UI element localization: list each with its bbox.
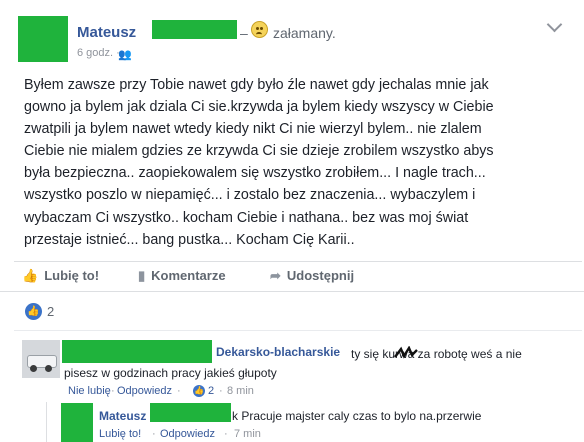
reply-link[interactable]: Odpowiedz: [117, 385, 172, 397]
separator: ·: [177, 385, 181, 397]
like-reaction-icon[interactable]: 👍: [193, 385, 205, 397]
separator: ·: [152, 428, 156, 440]
reply-text: k Pracuje majster caly czas to bylo na.p…: [232, 409, 482, 423]
like-button-label: Lubię to!: [44, 268, 100, 283]
sad-face-mouth: [256, 32, 262, 37]
thread-line: [46, 402, 47, 442]
divider: [14, 330, 582, 331]
feeling-label: załamany.: [273, 25, 336, 41]
share-button-label: Udostępnij: [286, 268, 355, 283]
chevron-down-icon[interactable]: [546, 16, 563, 33]
reply-author-name[interactable]: Mateusz: [99, 409, 146, 423]
divider: [14, 261, 582, 262]
post-timestamp[interactable]: 6 godz. ·: [77, 47, 120, 59]
like-reaction-icon[interactable]: 👍: [25, 303, 42, 320]
reply-timestamp[interactable]: 7 min: [234, 428, 261, 440]
comment-button-label: Komentarze: [151, 268, 226, 283]
separator: ·: [219, 385, 223, 397]
post-body-text: Byłem zawsze przy Tobie nawet gdy było ź…: [24, 77, 494, 248]
name-censor-block: [150, 403, 231, 422]
censor-scribble: [394, 346, 418, 359]
like-button[interactable]: 👍 Lubię to!: [22, 268, 99, 284]
reply-link[interactable]: Odpowiedz: [160, 428, 215, 440]
truck-wheel: [30, 365, 37, 372]
share-button[interactable]: ➦ Udostępnij: [270, 268, 354, 284]
friends-icon[interactable]: 👥: [118, 48, 132, 61]
share-arrow-icon: ➦: [270, 268, 281, 283]
separator: ·: [111, 385, 115, 397]
comment-timestamp[interactable]: 8 min: [227, 385, 254, 397]
comment-button[interactable]: ▮ Komentarze: [138, 268, 226, 284]
reply-avatar-censored[interactable]: [61, 403, 93, 442]
reaction-count[interactable]: 2: [47, 304, 54, 319]
thumbs-up-icon: 👍: [22, 268, 39, 283]
commenter-avatar[interactable]: [22, 340, 60, 378]
divider: [0, 291, 584, 292]
feeling-separator: –: [240, 25, 248, 41]
like-link[interactable]: Lubię to!: [99, 428, 141, 440]
post-author-name[interactable]: Mateusz: [77, 24, 136, 41]
author-avatar-censored[interactable]: [18, 16, 68, 62]
commenter-name[interactable]: Dekarsko-blacharskie: [216, 345, 340, 359]
separator: ·: [224, 428, 228, 440]
unlike-link[interactable]: Nie lubię: [68, 385, 111, 397]
truck-wheel: [45, 365, 52, 372]
comment-like-count[interactable]: 2: [208, 385, 214, 397]
speech-bubble-icon: ▮: [138, 268, 146, 283]
name-censor-block: [152, 20, 237, 39]
